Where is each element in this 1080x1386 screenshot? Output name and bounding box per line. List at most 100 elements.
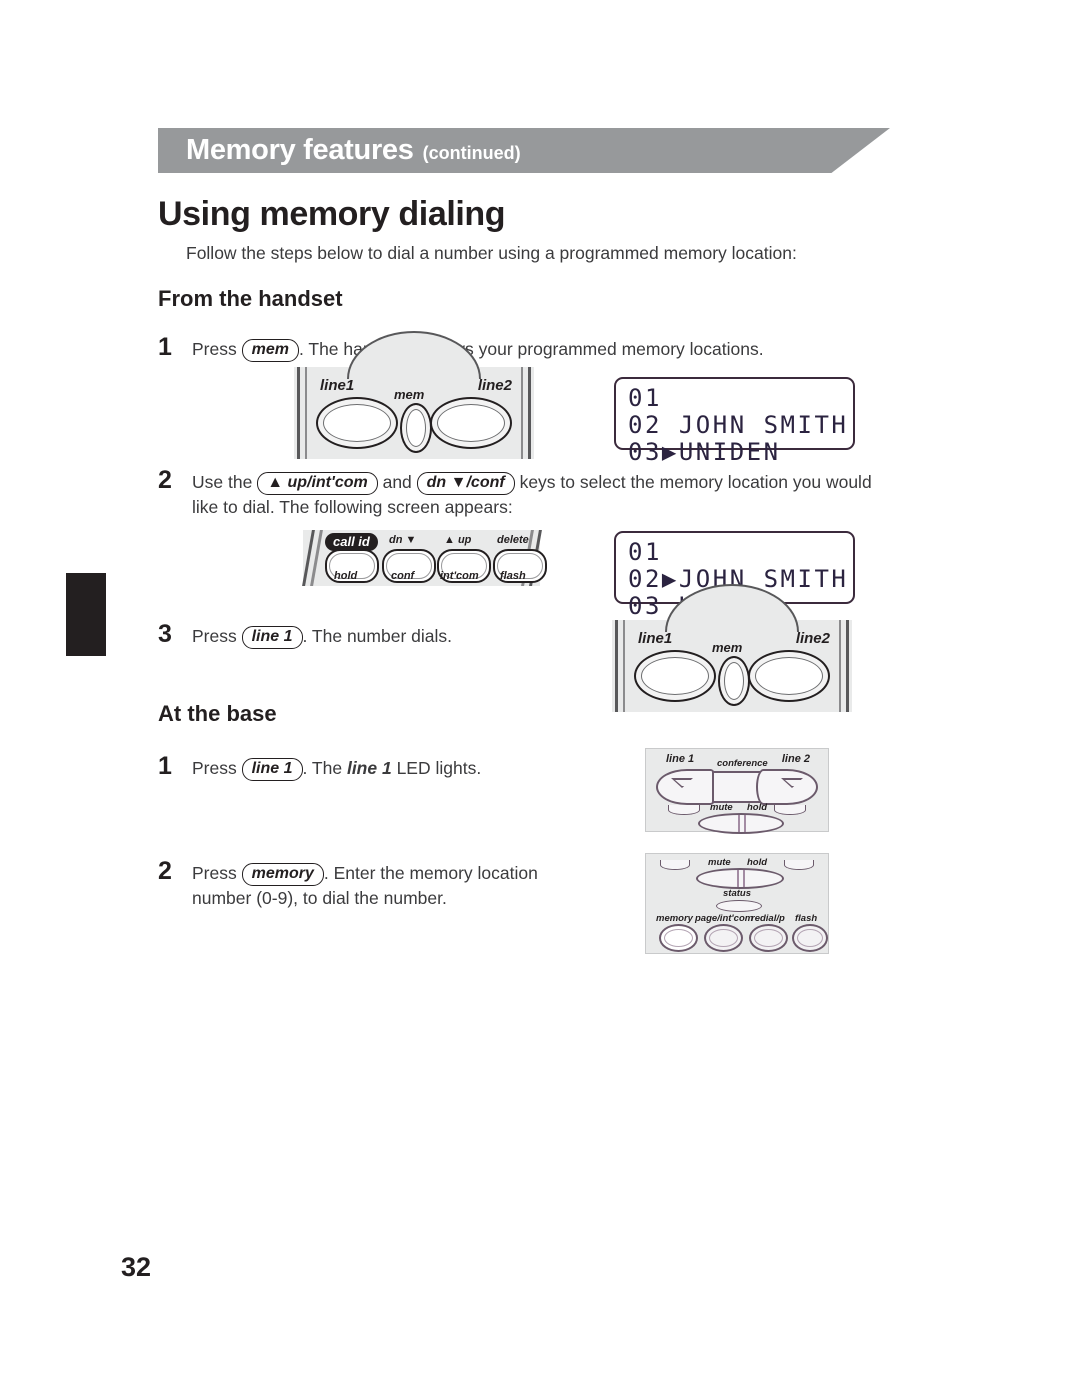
- lcd-1-line-2: 02 JOHN SMITH: [628, 410, 849, 439]
- keypad-conf-label: conf: [391, 570, 415, 582]
- lcd-1-line-3: 03▶UNIDEN: [628, 437, 781, 466]
- handset2-edge-rail-right-outer: [846, 620, 849, 712]
- memory-keycap: memory: [241, 863, 324, 886]
- keypad-dn-label: dn ▼: [389, 534, 417, 546]
- base2-hold-label: hold: [747, 857, 768, 868]
- handset2-line2-label: line2: [795, 630, 830, 647]
- line1-keycap-base: line 1: [241, 758, 303, 781]
- handset-mem-label: mem: [394, 387, 425, 402]
- handset2-line2-button: [748, 650, 830, 702]
- base2-line1-led: [660, 860, 690, 870]
- banner-title: Memory features: [186, 134, 414, 166]
- base-conference-label: conference: [717, 758, 768, 769]
- base2-flash-button: [792, 924, 828, 952]
- base2-memory-button-ring: [664, 929, 693, 947]
- handset-line2-label: line2: [477, 377, 512, 394]
- base-step-1-post: LED lights.: [391, 758, 482, 778]
- base2-memory-label: memory: [656, 913, 693, 924]
- handset-line2-button: [430, 397, 512, 449]
- handset-line1-label: line1: [320, 377, 355, 394]
- handset2-line1-label: line1: [638, 630, 673, 647]
- handset2-mem-button-inner: [724, 662, 744, 700]
- base2-page-intcom-button-ring: [709, 929, 738, 947]
- handset-edge-rail-right-inner: [521, 367, 523, 459]
- base-step-1-emphasis: line 1: [346, 758, 392, 778]
- handset-step-3-pre: Press: [192, 626, 242, 646]
- handset-edge-rail-left-inner: [305, 367, 307, 459]
- line1-keycap-handset: line 1: [241, 626, 303, 649]
- keypad-up-label: ▲ up: [444, 534, 472, 546]
- handset-edge-rail-right-outer: [528, 367, 531, 459]
- base-step-1-text: Press line 1. The line 1 LED lights.: [192, 756, 612, 781]
- base-line2-label: line 2: [781, 753, 810, 765]
- base2-mute-label: mute: [708, 857, 731, 868]
- base2-redial-button-ring: [754, 929, 783, 947]
- dn-conf-keycap: dn ▼/conf: [416, 472, 515, 495]
- handset-line2-button-inner: [437, 404, 505, 442]
- handset2-mem-button: [718, 656, 750, 706]
- handset-step-3-post: . The number dials.: [302, 626, 452, 646]
- base-step-2-pre: Press: [192, 863, 242, 883]
- base-illustration-line-keys: line 1 conference line 2 mute hold: [645, 748, 829, 834]
- base2-mute-hold-rocker: [696, 868, 784, 889]
- base-line1-led: [668, 805, 700, 815]
- base-mute-hold-divider-2-top: [744, 815, 746, 832]
- handset-step-1-text: Press mem. The handset displays your pro…: [192, 337, 882, 362]
- keypad-flash-label: flash: [500, 570, 526, 582]
- base-step-1-number: 1: [158, 752, 172, 780]
- handset2-line1-button: [634, 650, 716, 702]
- keypad-delete-label: delete: [497, 534, 529, 546]
- base-mute-label-top: mute: [710, 802, 733, 813]
- base-line1-triangle-icon: [671, 778, 703, 788]
- base2-page-intcom-button: [704, 924, 743, 952]
- handset-illustration-line1: line1 mem line2: [612, 584, 852, 712]
- handset2-line1-button-inner: [641, 657, 709, 695]
- base-step-2-text: Press memory. Enter the memory location …: [192, 861, 592, 912]
- page-title: Using memory dialing: [158, 195, 506, 233]
- lcd-screen-1: 01 02 JOHN SMITH 03▶UNIDEN: [614, 377, 855, 465]
- base-line2-triangle-icon: [781, 778, 813, 788]
- base2-redial-label: redial/p: [751, 913, 785, 924]
- section-heading-handset: From the handset: [158, 286, 343, 311]
- handset-line1-button-inner: [323, 404, 391, 442]
- handset2-edge-rail-left-outer: [615, 620, 618, 712]
- base2-status-label: status: [723, 888, 751, 899]
- base2-memory-button: [659, 924, 698, 952]
- handset-step-1-number: 1: [158, 333, 172, 361]
- base-line1-label: line 1: [666, 753, 695, 765]
- base2-status-led: [716, 900, 762, 912]
- handset-keypad-illustration: call id dn ▼ ▲ up delete hold conf int'c…: [302, 530, 547, 586]
- base-line2-led: [774, 805, 806, 815]
- handset-step-2-pre: Use the: [192, 472, 258, 492]
- base2-redial-button: [749, 924, 788, 952]
- base-mute-hold-divider-1-top: [738, 815, 740, 832]
- base-illustration-memory-keys: mute hold status memory page/int'com red…: [645, 853, 829, 954]
- lcd-1-line-1: 01: [628, 384, 662, 412]
- handset-illustration-mem: line1 mem line2: [294, 331, 534, 459]
- base2-mute-hold-divider-2: [743, 870, 745, 887]
- base2-mute-hold-divider-1: [737, 870, 739, 887]
- handset2-line2-button-inner: [755, 657, 823, 695]
- handset-edge-rail-left-outer: [297, 367, 300, 459]
- handset-mem-button-inner: [406, 409, 426, 447]
- intro-text: Follow the steps below to dial a number …: [186, 243, 797, 263]
- base2-page-intcom-label: page/int'com: [695, 913, 754, 924]
- handset-step-2-number: 2: [158, 466, 172, 494]
- section-heading-base: At the base: [158, 701, 277, 726]
- up-intcom-keycap: ▲ up/int'com: [257, 472, 378, 495]
- keypad-intcom-label: int'com: [440, 570, 479, 582]
- section-banner: Memory features (continued): [158, 128, 890, 173]
- page-edge-tab: [66, 573, 106, 656]
- banner-continued-label: (continued): [422, 142, 521, 163]
- handset-step-2-mid: and: [377, 472, 417, 492]
- handset-mem-button: [400, 403, 432, 453]
- base-step-2-number: 2: [158, 857, 172, 885]
- base-step-1-mid: . The: [302, 758, 347, 778]
- handset-step-1-pre: Press: [192, 339, 242, 359]
- base-step-1-pre: Press: [192, 758, 242, 778]
- keypad-hold-label: hold: [334, 570, 358, 582]
- handset-step-3-text: Press line 1. The number dials.: [192, 624, 572, 649]
- base2-flash-label: flash: [795, 913, 818, 924]
- handset-step-3-number: 3: [158, 620, 172, 648]
- base2-flash-button-ring: [797, 929, 823, 947]
